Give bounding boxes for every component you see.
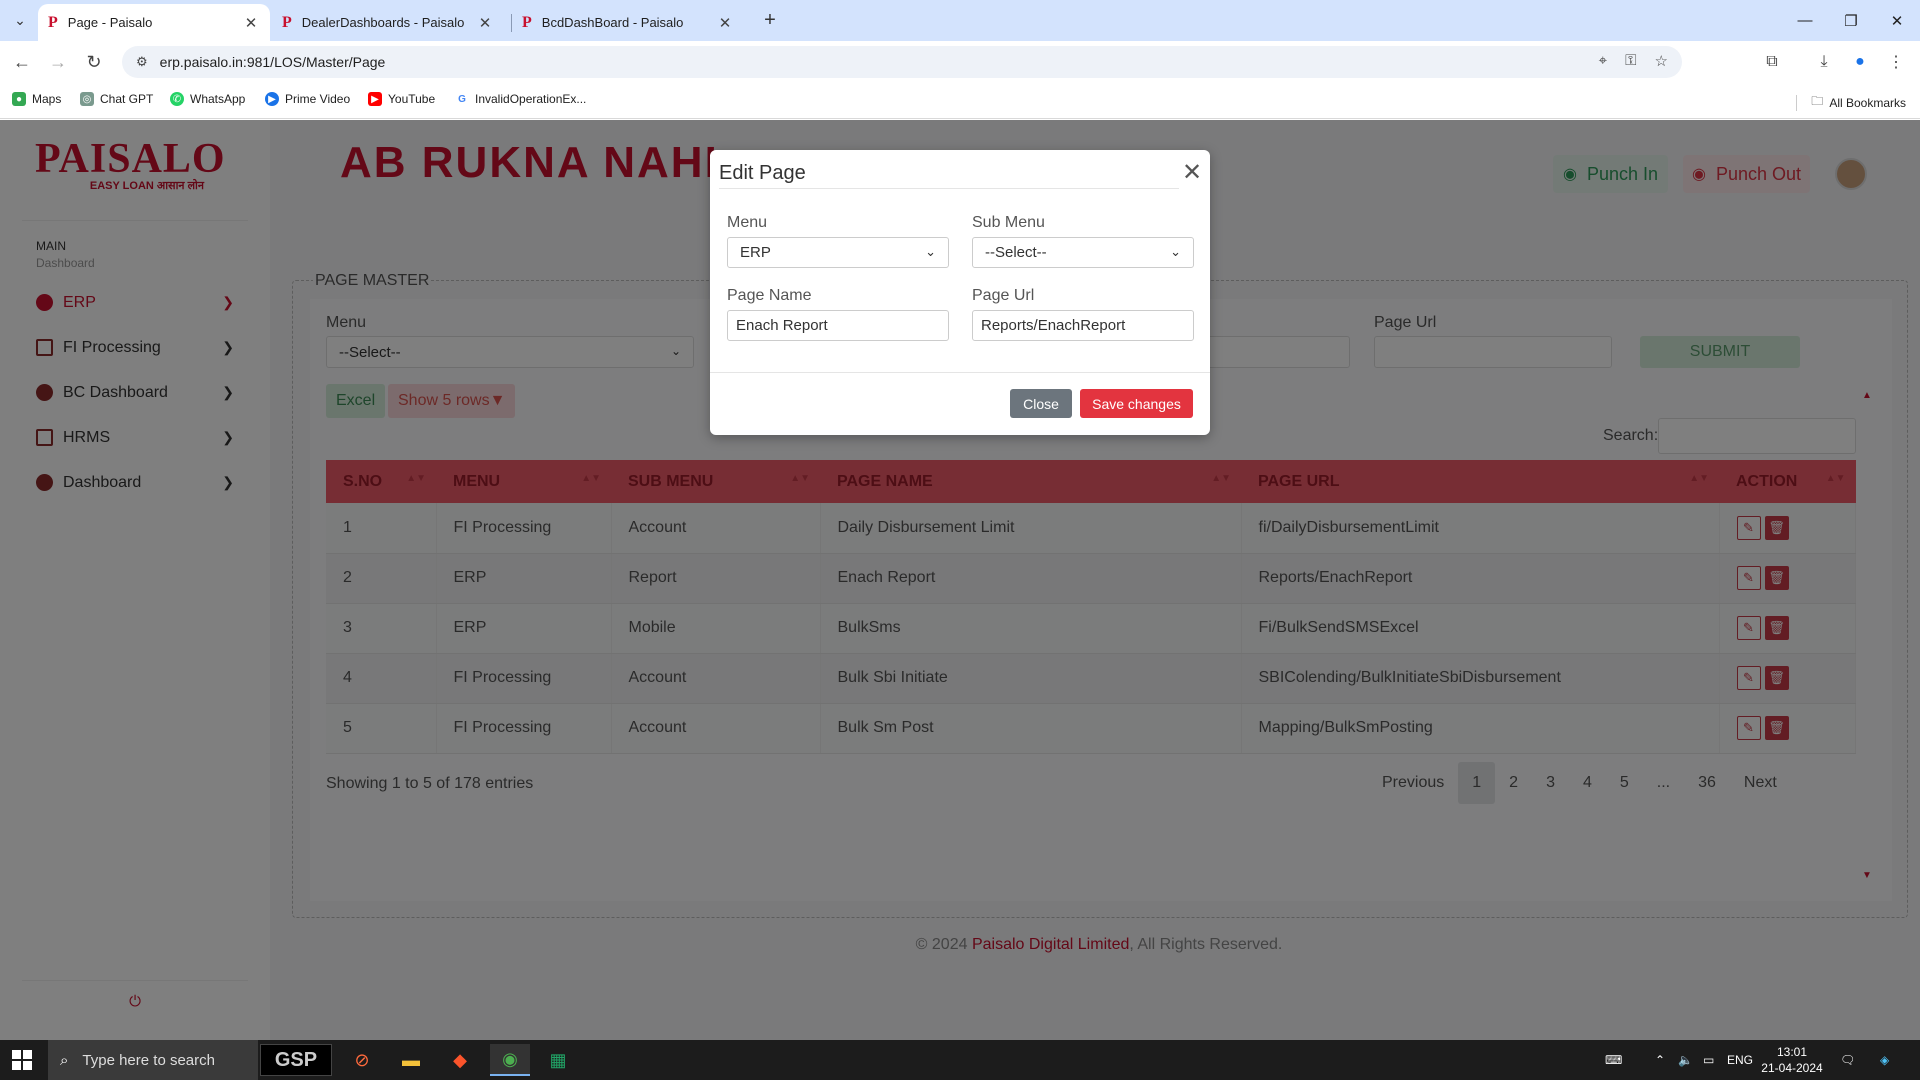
- close-icon[interactable]: ✕: [1180, 159, 1204, 186]
- brave-browser-icon[interactable]: ◆: [440, 1044, 480, 1076]
- bookmark-label: Prime Video: [285, 92, 351, 106]
- paisalo-favicon-icon: P: [282, 13, 292, 31]
- modal-page-url-input[interactable]: Reports/EnachReport: [972, 310, 1194, 341]
- close-tab-icon[interactable]: ✕: [476, 14, 494, 32]
- gsp-app-icon[interactable]: GSP: [260, 1044, 332, 1076]
- chatgpt-icon: ◎: [80, 92, 94, 106]
- modal-title-divider: [719, 188, 1179, 189]
- windows-start-icon[interactable]: [12, 1050, 32, 1070]
- reload-icon[interactable]: ↻: [82, 50, 106, 74]
- chrome-icon[interactable]: ◉: [490, 1044, 530, 1076]
- modal-menu-label: Menu: [727, 214, 768, 231]
- clock-time: 13:01: [1776, 1045, 1808, 1059]
- tab-title: Page - Paisalo: [67, 15, 153, 30]
- extensions-icon[interactable]: ⧉: [1760, 50, 1784, 74]
- paisalo-favicon-icon: P: [48, 13, 58, 31]
- save-changes-button[interactable]: Save changes: [1080, 389, 1193, 418]
- modal-submenu-label: Sub Menu: [972, 214, 1045, 231]
- bookmark-chatgpt[interactable]: ◎ Chat GPT: [80, 92, 153, 106]
- password-key-icon[interactable]: ⚿: [1625, 52, 1636, 70]
- spreadsheet-app-icon[interactable]: ▦: [538, 1044, 578, 1076]
- notifications-icon[interactable]: 🗨: [1840, 1040, 1855, 1080]
- site-info-icon[interactable]: ⚙: [136, 54, 148, 70]
- whatsapp-icon: ✆: [170, 92, 184, 106]
- address-bar[interactable]: ⚙ erp.paisalo.in:981/LOS/Master/Page ⌖ ⚿…: [122, 46, 1682, 78]
- tab-page-paisalo[interactable]: P Page - Paisalo ✕: [38, 4, 270, 41]
- bookmark-label: Maps: [32, 92, 62, 106]
- youtube-icon: ▶: [368, 92, 382, 106]
- bookmark-youtube[interactable]: ▶ YouTube: [368, 92, 435, 106]
- bookmark-whatsapp[interactable]: ✆ WhatsApp: [170, 92, 245, 106]
- taskbar-clock[interactable]: 13:01 21-04-2024: [1760, 1044, 1824, 1076]
- folder-icon: 🗀: [1811, 94, 1824, 108]
- paisalo-favicon-icon: P: [522, 13, 532, 31]
- all-bookmarks-label: All Bookmarks: [1829, 95, 1906, 110]
- bookmark-prime-video[interactable]: ▶ Prime Video: [265, 92, 350, 106]
- browser-tab-bar: ⌄ P Page - Paisalo ✕ P DealerDashboards …: [0, 0, 1920, 41]
- windows-taskbar: ⌕ Type here to search GSP ⊘ ▬ ◆ ◉ ▦ ⌨ ⌃ …: [0, 1040, 1920, 1080]
- maps-icon: ●: [12, 92, 26, 106]
- browser-toolbar: ← → ↻ ⚙ erp.paisalo.in:981/LOS/Master/Pa…: [0, 41, 1920, 83]
- bookmark-label: Chat GPT: [100, 92, 154, 106]
- clock-date: 21-04-2024: [1761, 1061, 1823, 1075]
- modal-submenu-value: --Select--: [985, 244, 1047, 261]
- chevron-down-icon: ⌄: [925, 244, 936, 259]
- bookmark-label: YouTube: [388, 92, 436, 106]
- forward-icon[interactable]: →: [46, 50, 70, 74]
- downloads-icon[interactable]: ⤓: [1812, 50, 1836, 74]
- google-icon: G: [455, 92, 469, 106]
- tab-title: DealerDashboards - Paisalo: [301, 15, 465, 30]
- back-icon[interactable]: ←: [10, 50, 34, 74]
- edit-page-modal: Edit Page ✕ Menu ERP ⌄ Sub Menu --Select…: [710, 150, 1210, 435]
- location-icon[interactable]: ⌖: [1599, 52, 1607, 70]
- bookmarks-bar: ● Maps ◎ Chat GPT ✆ WhatsApp ▶ Prime Vid…: [0, 83, 1920, 119]
- new-tab-icon[interactable]: +: [758, 8, 782, 32]
- chevron-down-icon: ⌄: [1170, 244, 1181, 259]
- modal-submenu-select[interactable]: --Select-- ⌄: [972, 237, 1194, 268]
- modal-menu-select[interactable]: ERP ⌄: [727, 237, 949, 268]
- tab-bcd-dashboard[interactable]: P BcdDashBoard - Paisalo ✕: [512, 4, 744, 41]
- modal-title: Edit Page: [719, 162, 806, 184]
- taskbar-search-placeholder: Type here to search: [82, 1051, 215, 1069]
- close-tab-icon[interactable]: ✕: [716, 14, 734, 32]
- taskbar-search[interactable]: ⌕ Type here to search: [48, 1040, 258, 1080]
- bookmark-maps[interactable]: ● Maps: [12, 92, 61, 106]
- modal-page-url-label: Page Url: [972, 287, 1035, 304]
- url-text[interactable]: erp.paisalo.in:981/LOS/Master/Page: [160, 54, 386, 70]
- search-icon: ⌕: [60, 1051, 69, 1069]
- bookmark-separator: [1796, 94, 1798, 111]
- modal-footer-divider: [710, 372, 1210, 373]
- bookmark-star-icon[interactable]: ☆: [1655, 52, 1668, 70]
- profile-icon[interactable]: ●: [1848, 50, 1872, 74]
- tab-dealer-dashboards[interactable]: P DealerDashboards - Paisalo ✕: [272, 4, 504, 41]
- close-button[interactable]: Close: [1010, 389, 1072, 418]
- language-indicator[interactable]: ENG: [1727, 1040, 1753, 1080]
- all-bookmarks[interactable]: 🗀 All Bookmarks: [1796, 92, 1906, 113]
- modal-page-name-input[interactable]: Enach Report: [727, 310, 949, 341]
- modal-menu-value: ERP: [740, 244, 771, 261]
- copilot-icon[interactable]: ◈: [1880, 1040, 1889, 1080]
- modal-page-name-label: Page Name: [727, 287, 812, 304]
- bookmark-invalidoperation[interactable]: G InvalidOperationEx...: [455, 92, 586, 106]
- tab-search-icon[interactable]: ⌄: [8, 8, 32, 32]
- bookmark-label: WhatsApp: [190, 92, 246, 106]
- tray-chevron-up-icon[interactable]: ⌃: [1655, 1040, 1665, 1080]
- file-explorer-icon[interactable]: ▬: [391, 1044, 431, 1076]
- app-launcher-icon[interactable]: ⊘: [342, 1044, 382, 1076]
- minimize-icon[interactable]: —: [1782, 0, 1828, 41]
- prime-video-icon: ▶: [265, 92, 279, 106]
- tab-title: BcdDashBoard - Paisalo: [541, 15, 684, 30]
- keyboard-icon[interactable]: ⌨: [1605, 1040, 1622, 1080]
- bookmark-label: InvalidOperationEx...: [475, 92, 587, 106]
- close-tab-icon[interactable]: ✕: [242, 14, 260, 32]
- restore-icon[interactable]: ❐: [1828, 0, 1874, 41]
- network-icon[interactable]: ▭: [1703, 1040, 1714, 1080]
- menu-kebab-icon[interactable]: ⋮: [1884, 50, 1908, 74]
- close-window-icon[interactable]: ✕: [1874, 0, 1920, 41]
- volume-icon[interactable]: 🔈: [1678, 1040, 1693, 1080]
